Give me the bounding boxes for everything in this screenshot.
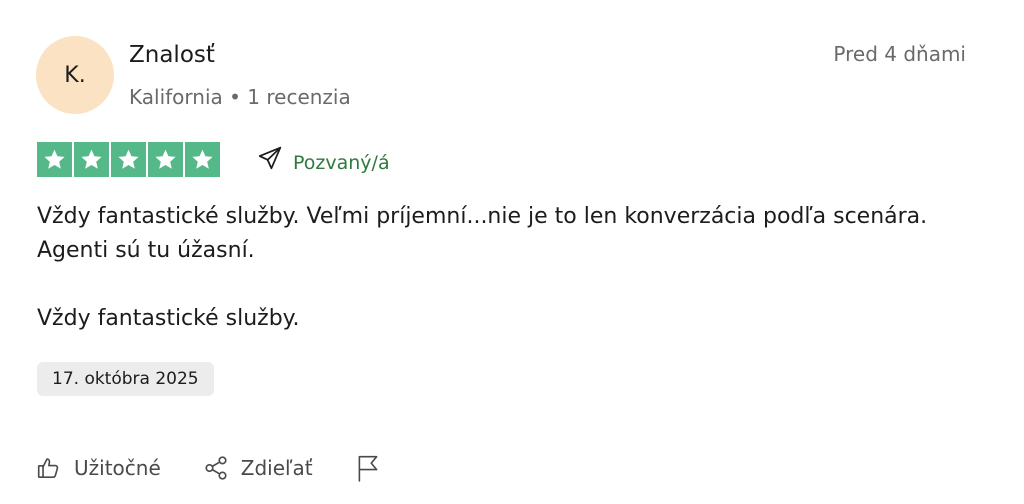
review-actions: Užitočné Zdieľať xyxy=(36,450,381,486)
invited-label: Pozvaný/á xyxy=(293,151,390,174)
star-icon xyxy=(111,142,146,177)
review-paragraph: Vždy fantastické služby. Veľmi príjemní.… xyxy=(37,204,928,263)
flag-icon xyxy=(355,454,381,482)
useful-button[interactable]: Užitočné xyxy=(36,455,161,481)
review-body: Vždy fantastické služby. Veľmi príjemní.… xyxy=(37,200,987,336)
reviewer-meta: Kalifornia • 1 recenzia xyxy=(129,85,351,109)
invited-badge[interactable]: Pozvaný/á xyxy=(257,145,390,180)
share-label: Zdieľať xyxy=(240,456,313,480)
star-rating xyxy=(37,142,220,177)
thumbs-up-icon xyxy=(36,455,62,481)
experience-date-badge: 17. októbra 2025 xyxy=(37,362,214,396)
reviewer-name[interactable]: Znalosť xyxy=(129,40,215,70)
avatar: K. xyxy=(36,36,114,114)
share-icon xyxy=(203,455,229,481)
review-posted-date: Pred 4 dňami xyxy=(833,42,966,66)
report-button[interactable] xyxy=(355,454,381,482)
send-icon xyxy=(257,145,283,180)
star-icon xyxy=(74,142,109,177)
useful-label: Užitočné xyxy=(74,456,161,480)
share-button[interactable]: Zdieľať xyxy=(203,455,313,481)
star-icon xyxy=(37,142,72,177)
review-paragraph: Vždy fantastické služby. xyxy=(37,306,300,331)
star-icon xyxy=(148,142,183,177)
avatar-initials: K. xyxy=(64,62,86,88)
star-icon xyxy=(185,142,220,177)
